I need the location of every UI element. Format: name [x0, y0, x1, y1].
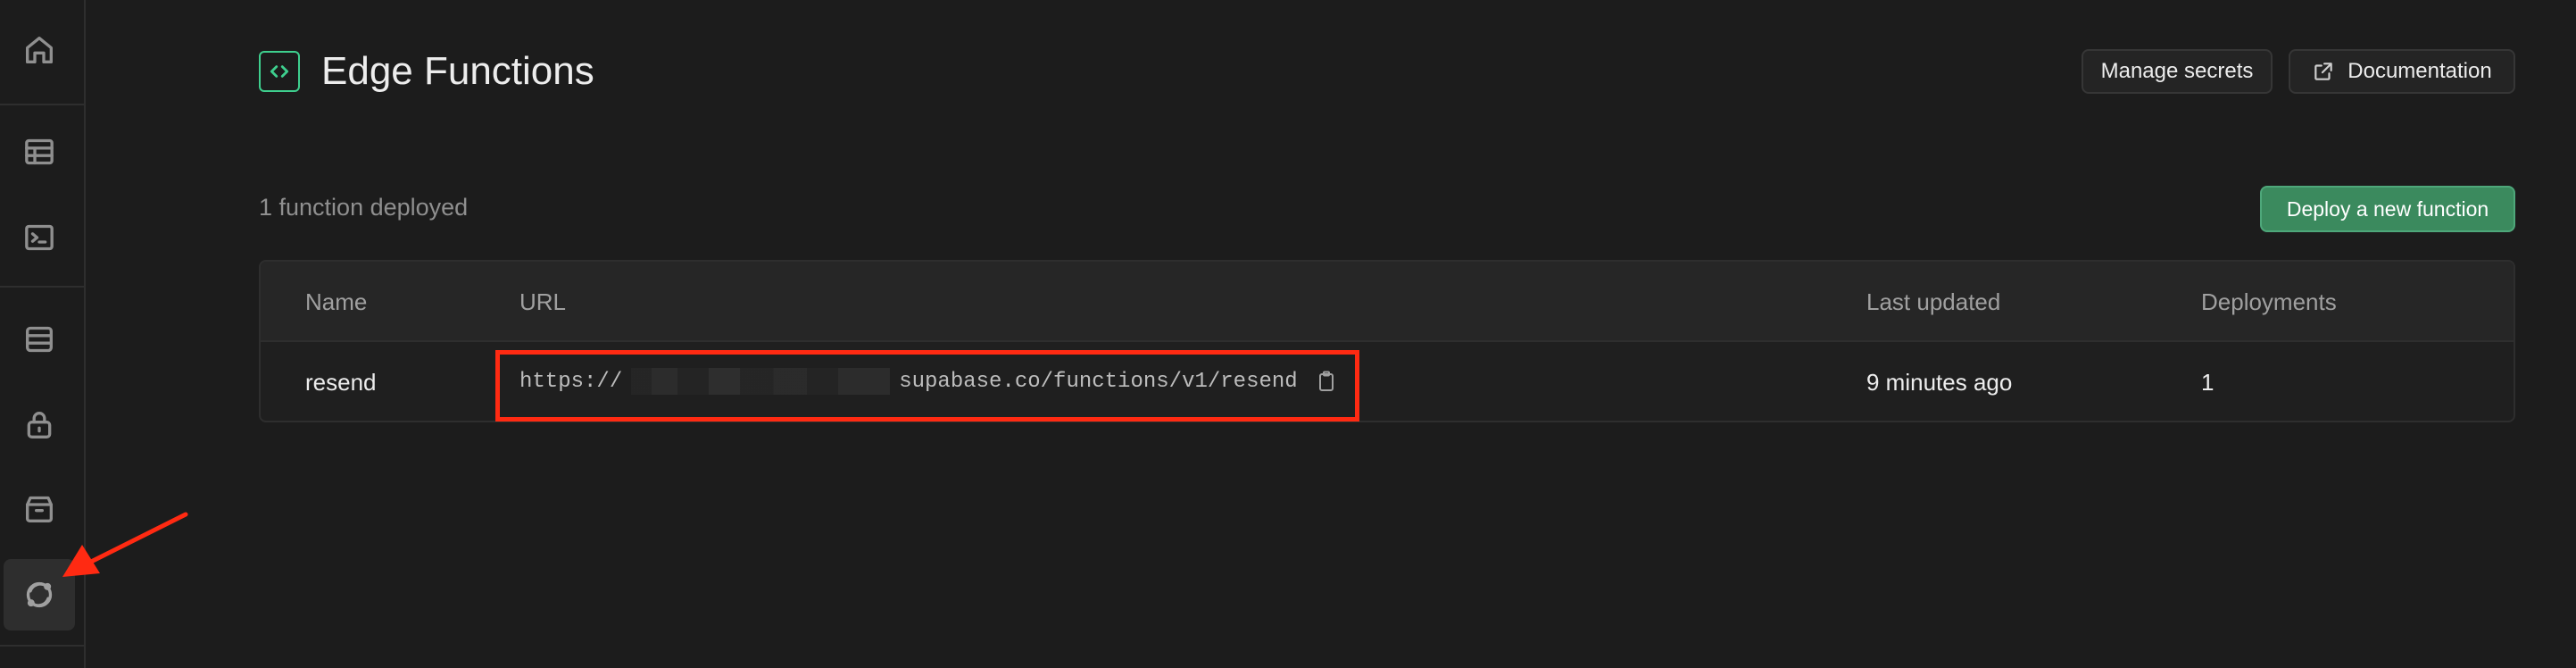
column-header-name[interactable]: Name: [305, 288, 367, 315]
annotation-highlight-box: [495, 350, 1359, 422]
sidebar-item-sql-editor[interactable]: [4, 202, 75, 273]
lock-icon: [27, 412, 52, 438]
last-updated: 9 minutes ago: [1866, 369, 2013, 396]
home-icon: [26, 37, 53, 64]
sidebar-divider: [0, 286, 84, 288]
sidebar-item-database[interactable]: [4, 304, 75, 375]
page-title: Edge Functions: [321, 49, 594, 93]
external-link-icon: [2314, 63, 2333, 80]
manage-secrets-button[interactable]: Manage secrets: [2082, 49, 2273, 94]
documentation-label: Documentation: [2347, 59, 2492, 83]
deploy-function-button[interactable]: Deploy a new function: [2260, 186, 2515, 232]
database-icon: [26, 326, 53, 353]
functions-count: 1 function deployed: [259, 194, 469, 221]
column-header-deployments[interactable]: Deployments: [2201, 288, 2337, 315]
storage-icon: [26, 496, 53, 522]
column-header-last-updated[interactable]: Last updated: [1866, 288, 2000, 315]
manage-secrets-label: Manage secrets: [2100, 59, 2254, 83]
sidebar-divider: [0, 104, 84, 105]
sidebar-divider: [0, 645, 84, 647]
code-icon: [259, 51, 300, 92]
edge-functions-icon: [26, 581, 53, 608]
terminal-icon: [25, 224, 54, 251]
documentation-button[interactable]: Documentation: [2289, 49, 2515, 94]
sidebar-item-table-editor[interactable]: [4, 116, 75, 188]
deployments-count: 1: [2201, 369, 2215, 396]
sidebar-item-authentication[interactable]: [4, 389, 75, 461]
table-icon: [25, 138, 54, 165]
sidebar-item-home[interactable]: [4, 14, 75, 86]
annotation-arrow: [62, 512, 188, 577]
function-name: resend: [305, 369, 377, 396]
table-header: Name URL Last updated Deployments: [261, 262, 2514, 342]
column-header-url[interactable]: URL: [519, 288, 566, 315]
